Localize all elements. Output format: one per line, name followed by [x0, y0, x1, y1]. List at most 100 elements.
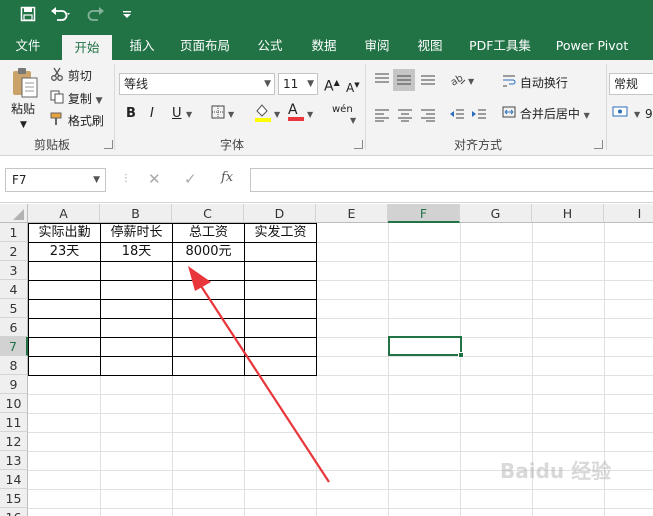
format-painter-button[interactable]: 格式刷 — [50, 112, 104, 131]
fill-color-icon[interactable] — [254, 102, 272, 127]
align-left-icon[interactable] — [374, 108, 390, 127]
font-color-dropdown-icon[interactable]: ▼ — [307, 106, 313, 124]
column-header-h[interactable]: H — [532, 204, 604, 223]
underline-button[interactable]: U — [172, 105, 182, 123]
increase-indent-icon[interactable] — [471, 108, 487, 127]
column-header-i[interactable]: I — [604, 204, 653, 223]
paste-dropdown-icon[interactable]: ▼ — [20, 116, 27, 134]
cell-b1[interactable]: 停薪时长 — [101, 224, 172, 242]
cell-b2[interactable]: 18天 — [101, 243, 172, 261]
cut-button[interactable]: 剪切 — [50, 67, 92, 86]
align-middle-icon[interactable] — [393, 69, 415, 91]
column-header-b[interactable]: B — [100, 204, 172, 223]
row-header-9[interactable]: 9 — [0, 375, 28, 394]
enter-icon[interactable]: ✓ — [184, 170, 197, 188]
merge-dropdown-icon[interactable]: ▼ — [584, 111, 590, 120]
row-header-2[interactable]: 2 — [0, 242, 28, 261]
cancel-icon[interactable]: ✕ — [148, 170, 161, 188]
redo-icon[interactable] — [84, 6, 110, 26]
column-header-d[interactable]: D — [244, 204, 316, 223]
phonetic-dropdown-icon[interactable]: ▼ — [350, 112, 356, 130]
tab-page-layout[interactable]: 页面布局 — [172, 32, 238, 60]
font-color-button[interactable]: A — [288, 101, 304, 121]
tab-insert[interactable]: 插入 — [120, 32, 164, 60]
currency-icon[interactable] — [612, 105, 632, 124]
merge-center-label: 合并后居中 — [519, 107, 580, 121]
customize-icon[interactable] — [120, 6, 134, 26]
copy-dropdown-icon[interactable]: ▼ — [96, 96, 103, 106]
active-cell-f7[interactable] — [388, 336, 464, 358]
italic-button[interactable]: I — [150, 105, 154, 123]
fill-dropdown-icon[interactable]: ▼ — [274, 106, 280, 124]
tab-power-pivot[interactable]: Power Pivot — [550, 32, 634, 60]
shrink-font-letter: A — [346, 81, 355, 95]
column-header-a[interactable]: A — [28, 204, 100, 223]
cell-a1[interactable]: 实际出勤 — [29, 224, 100, 242]
underline-dropdown-icon[interactable]: ▼ — [186, 106, 192, 124]
align-top-icon[interactable] — [374, 72, 390, 91]
row-header-7[interactable]: 7 — [0, 337, 28, 356]
row-header-3[interactable]: 3 — [0, 261, 28, 280]
clipboard-launcher-icon[interactable] — [104, 140, 113, 149]
align-center-icon[interactable] — [397, 108, 413, 127]
align-right-icon[interactable] — [420, 108, 436, 127]
row-header-16[interactable]: 16 — [0, 508, 28, 516]
worksheet-grid[interactable]: A B C D E F G H I 1 2 3 4 5 6 7 8 9 10 1… — [0, 204, 653, 516]
align-bottom-icon[interactable] — [420, 72, 436, 91]
row-header-11[interactable]: 11 — [0, 413, 28, 432]
tab-view[interactable]: 视图 — [408, 32, 452, 60]
tab-file[interactable]: 文件 — [6, 32, 50, 60]
row-header-8[interactable]: 8 — [0, 356, 28, 375]
merge-center-button[interactable]: 合并后居中 ▼ — [502, 105, 590, 125]
shrink-font-button[interactable]: A▼ — [346, 76, 360, 97]
row-header-14[interactable]: 14 — [0, 470, 28, 489]
column-header-f[interactable]: F — [388, 204, 460, 223]
currency-dropdown-icon[interactable]: ▼ — [634, 106, 640, 124]
tab-formulas[interactable]: 公式 — [248, 32, 292, 60]
row-header-15[interactable]: 15 — [0, 489, 28, 508]
font-launcher-icon[interactable] — [354, 140, 363, 149]
number-format-combo[interactable]: 常规 — [609, 73, 653, 95]
orientation-dropdown-icon[interactable]: ▼ — [468, 73, 474, 91]
font-name-combo[interactable]: 等线 ▼ — [119, 73, 275, 95]
name-box[interactable]: F7 ▼ — [5, 168, 106, 192]
cell-a2[interactable]: 23天 — [29, 243, 100, 261]
grow-font-letter: A — [324, 78, 334, 95]
cell-c1[interactable]: 总工资 — [173, 224, 244, 242]
decrease-indent-icon[interactable] — [449, 108, 465, 127]
grow-font-button[interactable]: A▲ — [324, 74, 340, 96]
bold-button[interactable]: B — [126, 105, 136, 123]
row-header-4[interactable]: 4 — [0, 280, 28, 299]
row-header-1[interactable]: 1 — [0, 223, 28, 242]
undo-icon[interactable] — [48, 6, 74, 26]
font-size-combo[interactable]: 11 ▼ — [278, 73, 318, 95]
formula-input[interactable] — [250, 168, 653, 192]
copy-button[interactable]: 复制 ▼ — [50, 90, 103, 110]
row-header-13[interactable]: 13 — [0, 451, 28, 470]
borders-dropdown-icon[interactable]: ▼ — [228, 106, 234, 124]
tab-review[interactable]: 审阅 — [355, 32, 399, 60]
row-header-6[interactable]: 6 — [0, 318, 28, 337]
row-header-10[interactable]: 10 — [0, 394, 28, 413]
formula-bar: F7 ▼ ⋮ ✕ ✓ fx — [0, 156, 653, 203]
orientation-icon[interactable]: ab — [449, 70, 467, 93]
alignment-launcher-icon[interactable] — [594, 140, 603, 149]
row-header-5[interactable]: 5 — [0, 299, 28, 318]
tab-pdf-tools[interactable]: PDF工具集 — [462, 32, 538, 60]
row-header-12[interactable]: 12 — [0, 432, 28, 451]
column-header-c[interactable]: C — [172, 204, 244, 223]
cell-c2[interactable]: 8000元 — [173, 243, 244, 261]
percent-icon[interactable]: 9 — [645, 105, 653, 123]
scissors-icon — [50, 67, 64, 86]
column-header-g[interactable]: G — [460, 204, 532, 223]
borders-icon[interactable] — [211, 105, 225, 124]
tab-home[interactable]: 开始 — [62, 35, 112, 60]
cell-d1[interactable]: 实发工资 — [245, 224, 316, 242]
select-all-corner[interactable] — [0, 204, 28, 223]
column-header-e[interactable]: E — [316, 204, 388, 223]
save-icon[interactable] — [18, 6, 38, 26]
insert-function-button[interactable]: fx — [221, 170, 233, 185]
wrap-text-button[interactable]: 自动换行 — [502, 74, 568, 93]
tab-data[interactable]: 数据 — [302, 32, 346, 60]
fill-handle[interactable] — [458, 352, 464, 358]
